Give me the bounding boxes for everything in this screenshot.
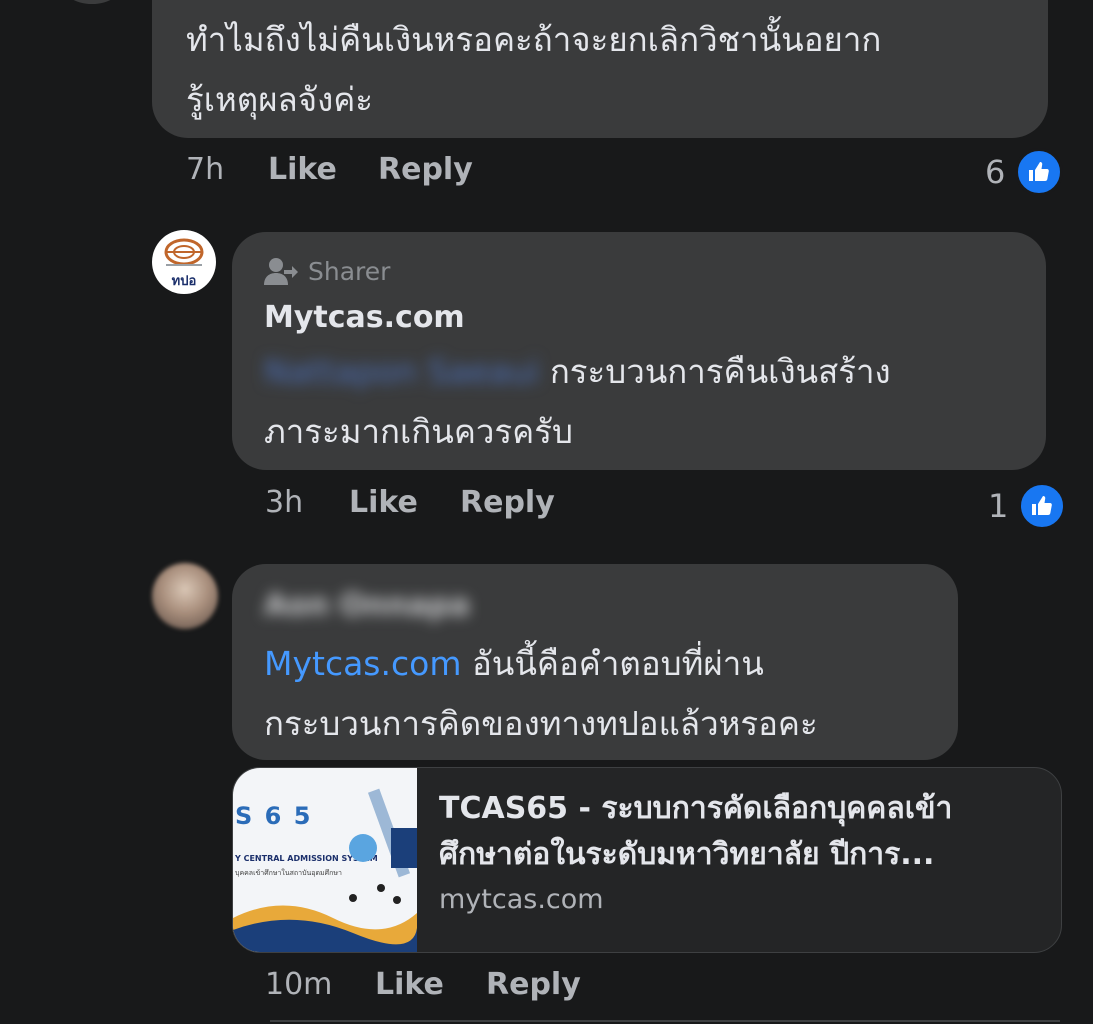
sharer-label: Sharer — [308, 256, 391, 286]
avatar-mytcas[interactable]: ทปอ — [152, 230, 216, 294]
comment-text-1-line2: รู้เหตุผลจังค่ะ — [186, 80, 373, 119]
comment-text-3-body: อันนี้คือคำตอบที่ผ่าน — [471, 644, 764, 683]
reply-button[interactable]: Reply — [486, 967, 581, 1002]
link-title-line2: ศึกษาต่อในระดับมหาวิทยาลัย ปีการ... — [439, 837, 935, 872]
comment-text-3-line1: Mytcas.com อันนี้คือคำตอบที่ผ่าน — [264, 634, 928, 694]
thumbnail-illustration — [233, 788, 417, 952]
avatar-label: ทปอ — [171, 274, 197, 289]
timestamp[interactable]: 10m — [265, 967, 332, 1002]
comment-text-3-line2: กระบวนการคิดของทางทปอแล้วหรอคะ — [264, 704, 818, 743]
thumbs-up-icon — [1018, 482, 1067, 530]
comment-text-2-line2: ภาระมากเกินควรครับ — [264, 412, 573, 451]
reaction-summary-1[interactable]: 6 — [985, 148, 1064, 196]
sharer-icon — [264, 258, 298, 285]
link-thumbnail: S 6 5 Y CENTRAL ADMISSION SYSTEM บุคคลเข… — [233, 768, 417, 952]
like-button[interactable]: Like — [349, 485, 418, 520]
link-domain: mytcas.com — [439, 884, 604, 915]
thumbs-up-icon — [1015, 148, 1064, 196]
timestamp[interactable]: 3h — [265, 485, 303, 520]
comment-bubble-3: Aon Onnapa Mytcas.com อันนี้คือคำตอบที่ผ… — [232, 564, 958, 760]
reaction-summary-2[interactable]: 1 — [988, 482, 1067, 530]
like-button[interactable]: Like — [375, 967, 444, 1002]
comment-author-3[interactable]: Aon Onnapa — [264, 584, 928, 628]
sharer-badge: Sharer — [264, 254, 1016, 288]
mention-link[interactable]: Mytcas.com — [264, 644, 461, 683]
avatar-commenter-3[interactable] — [152, 563, 218, 629]
like-button[interactable]: Like — [268, 152, 337, 187]
reaction-count: 6 — [985, 153, 1006, 191]
timestamp[interactable]: 7h — [186, 152, 224, 187]
comment-bubble-2: Sharer Mytcas.com Nattapon Saeaui กระบวน… — [232, 232, 1046, 470]
comment-text-1-line1: ทำไมถึงไม่คืนเงินหรอคะถ้าจะยกเลิกวิชานั้… — [186, 20, 882, 59]
link-preview-card[interactable]: S 6 5 Y CENTRAL ADMISSION SYSTEM บุคคลเข… — [232, 767, 1062, 953]
link-title-line1: TCAS65 - ระบบการคัดเลือกบุคคลเข้า — [439, 791, 953, 826]
comment-text-2-body: กระบวนการคืนเงินสร้าง — [549, 352, 891, 391]
reply-button[interactable]: Reply — [460, 485, 555, 520]
comment-text-2-line1: Nattapon Saeaui กระบวนการคืนเงินสร้าง — [264, 342, 1016, 402]
avatar-commenter-1[interactable] — [60, 0, 124, 4]
mention-tag[interactable]: Nattapon Saeaui — [264, 352, 539, 391]
comment-bubble-1: ทำไมถึงไม่คืนเงินหรอคะถ้าจะยกเลิกวิชานั้… — [152, 0, 1048, 138]
reply-button[interactable]: Reply — [378, 152, 473, 187]
comment-author-2[interactable]: Mytcas.com — [264, 298, 1016, 338]
reaction-count: 1 — [988, 487, 1009, 525]
divider — [270, 1020, 1060, 1022]
